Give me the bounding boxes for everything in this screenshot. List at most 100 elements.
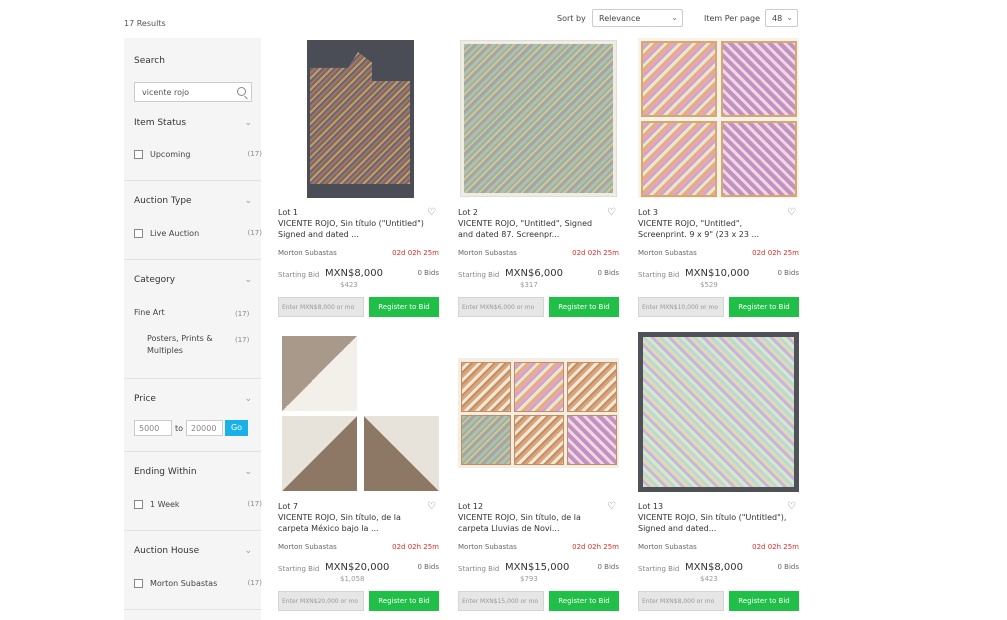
lot-image[interactable] xyxy=(638,38,799,198)
auction-house[interactable]: Morton Subastas xyxy=(638,543,697,551)
auction-type-header[interactable]: Auction Type ⌄ xyxy=(134,196,252,206)
starting-bid-amount: MXN$8,000 xyxy=(685,562,743,573)
price-header[interactable]: Price ⌄ xyxy=(134,394,252,404)
search-input[interactable]: vicente rojo xyxy=(134,82,252,102)
usd-equivalent: $423 xyxy=(340,281,358,289)
chevron-down-icon[interactable]: ⌄ xyxy=(244,394,252,404)
artwork-panel xyxy=(282,336,357,411)
morton-subastas-label: Morton Subastas xyxy=(150,579,218,588)
results-count: 17 Results xyxy=(124,19,166,28)
search-value: vicente rojo xyxy=(142,88,190,97)
register-to-bid-button[interactable]: Register to Bid xyxy=(549,297,619,317)
per-page-select[interactable]: 48 ⌄ xyxy=(765,9,798,27)
auction-house[interactable]: Morton Subastas xyxy=(278,543,337,551)
heart-icon[interactable]: ♡ xyxy=(787,502,797,512)
heart-icon[interactable]: ♡ xyxy=(787,208,797,218)
starting-bid-amount: MXN$15,000 xyxy=(505,562,570,573)
artwork-panel xyxy=(514,362,564,412)
chevron-down-icon[interactable]: ⌄ xyxy=(244,196,252,206)
ending-within-header[interactable]: Ending Within ⌄ xyxy=(134,467,252,477)
heart-icon[interactable]: ♡ xyxy=(427,502,437,512)
auction-house[interactable]: Morton Subastas xyxy=(638,249,697,257)
lot-card[interactable]: Lot 2 ♡ VICENTE ROJO, "Untitled", Signed… xyxy=(458,38,619,328)
lot-number: Lot 7 xyxy=(278,502,298,511)
lot-card[interactable]: Lot 13 ♡ VICENTE ROJO, Sin título ("Unti… xyxy=(638,332,799,620)
bids-count: 0 Bids xyxy=(777,269,799,277)
lot-title[interactable]: VICENTE ROJO, Sin título, de la carpeta … xyxy=(458,512,608,534)
auction-house[interactable]: Morton Subastas xyxy=(278,249,337,257)
heart-icon[interactable]: ♡ xyxy=(427,208,437,218)
artwork-panel xyxy=(461,362,511,412)
lot-image[interactable] xyxy=(278,38,439,198)
bid-amount-input[interactable]: Enter MXN$8,000 or mo xyxy=(638,591,724,611)
auction-house[interactable]: Morton Subastas xyxy=(458,249,517,257)
chevron-down-icon[interactable]: ⌄ xyxy=(244,275,252,285)
price-max-input[interactable]: 20000 xyxy=(186,420,223,436)
usd-equivalent: $793 xyxy=(520,575,538,583)
1-week-checkbox[interactable] xyxy=(134,500,143,509)
artwork-panel xyxy=(721,41,797,117)
starting-bid-label: Starting Bid xyxy=(458,565,500,573)
search-icon[interactable] xyxy=(237,87,246,96)
time-left: 02d 02h 25m xyxy=(392,249,439,257)
register-to-bid-button[interactable]: Register to Bid xyxy=(729,297,799,317)
register-to-bid-button[interactable]: Register to Bid xyxy=(369,297,439,317)
sort-label: Sort by xyxy=(557,14,586,23)
sort-toolbar: Sort by Relevance ⌄ Item Per page 48 ⌄ xyxy=(557,9,802,29)
lot-number: Lot 3 xyxy=(638,208,658,217)
bid-amount-input[interactable]: Enter MXN$8,000 or mo xyxy=(278,297,364,317)
register-to-bid-button[interactable]: Register to Bid xyxy=(729,591,799,611)
lot-title[interactable]: VICENTE ROJO, Sin título ("Untitled"), S… xyxy=(638,512,788,534)
lot-image[interactable] xyxy=(278,332,439,492)
auction-house-header[interactable]: Auction House ⌄ xyxy=(134,546,252,556)
category-header[interactable]: Category ⌄ xyxy=(134,275,252,285)
heart-icon[interactable]: ♡ xyxy=(607,208,617,218)
heart-icon[interactable]: ♡ xyxy=(607,502,617,512)
artwork-panel xyxy=(364,416,439,491)
lot-card[interactable]: Lot 12 ♡ VICENTE ROJO, Sin título, de la… xyxy=(458,332,619,620)
lot-title[interactable]: VICENTE ROJO, "Untitled", Screenprint. 9… xyxy=(638,218,788,240)
lot-card[interactable]: Lot 7 ♡ VICENTE ROJO, Sin título, de la … xyxy=(278,332,439,620)
category-posters-prints[interactable]: Posters, Prints & Multiples xyxy=(147,333,221,357)
price-min-input[interactable]: 5000 xyxy=(134,420,172,436)
lot-card[interactable]: Lot 1 ♡ VICENTE ROJO, Sin título ("Untit… xyxy=(278,38,439,328)
chevron-down-icon[interactable]: ⌄ xyxy=(244,546,252,556)
filter-1-week[interactable]: 1 Week (17) xyxy=(134,499,262,511)
sort-select[interactable]: Relevance ⌄ xyxy=(592,9,683,27)
auction-house-title: Auction House xyxy=(134,546,200,556)
register-to-bid-button[interactable]: Register to Bid xyxy=(369,591,439,611)
divider xyxy=(124,530,261,531)
bid-amount-input[interactable]: Enter MXN$10,000 or mo xyxy=(638,297,724,317)
lot-title[interactable]: VICENTE ROJO, Sin título ("Untitled") Si… xyxy=(278,218,428,240)
posters-prints-count: (17) xyxy=(235,336,250,344)
category-fine-art[interactable]: Fine Art xyxy=(134,307,165,319)
morton-subastas-checkbox[interactable] xyxy=(134,579,143,588)
upcoming-checkbox[interactable] xyxy=(134,150,143,159)
filter-live-auction[interactable]: Live Auction (17) xyxy=(134,228,262,240)
chevron-down-icon: ⌄ xyxy=(786,13,793,22)
bid-amount-input[interactable]: Enter MXN$20,000 or mo xyxy=(278,591,364,611)
chevron-down-icon[interactable]: ⌄ xyxy=(244,467,252,477)
bid-amount-input[interactable]: Enter MXN$6,000 or mo xyxy=(458,297,544,317)
usd-equivalent: $423 xyxy=(700,575,718,583)
bids-count: 0 Bids xyxy=(417,269,439,277)
upcoming-label: Upcoming xyxy=(150,150,191,159)
lot-title[interactable]: VICENTE ROJO, Sin título, de la carpeta … xyxy=(278,512,428,534)
lot-title[interactable]: VICENTE ROJO, "Untitled", Signed and dat… xyxy=(458,218,608,240)
starting-bid-label: Starting Bid xyxy=(278,271,320,279)
register-to-bid-button[interactable]: Register to Bid xyxy=(549,591,619,611)
lot-image[interactable] xyxy=(458,38,619,198)
chevron-down-icon[interactable]: ⌄ xyxy=(244,118,252,128)
bid-amount-input[interactable]: Enter MXN$15,000 or mo xyxy=(458,591,544,611)
auction-house[interactable]: Morton Subastas xyxy=(458,543,517,551)
item-status-title: Item Status xyxy=(134,118,187,128)
lot-image[interactable] xyxy=(458,332,619,492)
item-status-header[interactable]: Item Status ⌄ xyxy=(134,118,252,128)
filter-morton-subastas[interactable]: Morton Subastas (17) xyxy=(134,578,262,590)
lot-image[interactable] xyxy=(638,332,799,492)
morton-subastas-count: (17) xyxy=(247,579,262,587)
price-go-button[interactable]: Go xyxy=(225,420,248,436)
filter-upcoming[interactable]: Upcoming (17) xyxy=(134,149,262,161)
lot-card[interactable]: Lot 3 ♡ VICENTE ROJO, "Untitled", Screen… xyxy=(638,38,799,328)
live-auction-checkbox[interactable] xyxy=(134,229,143,238)
